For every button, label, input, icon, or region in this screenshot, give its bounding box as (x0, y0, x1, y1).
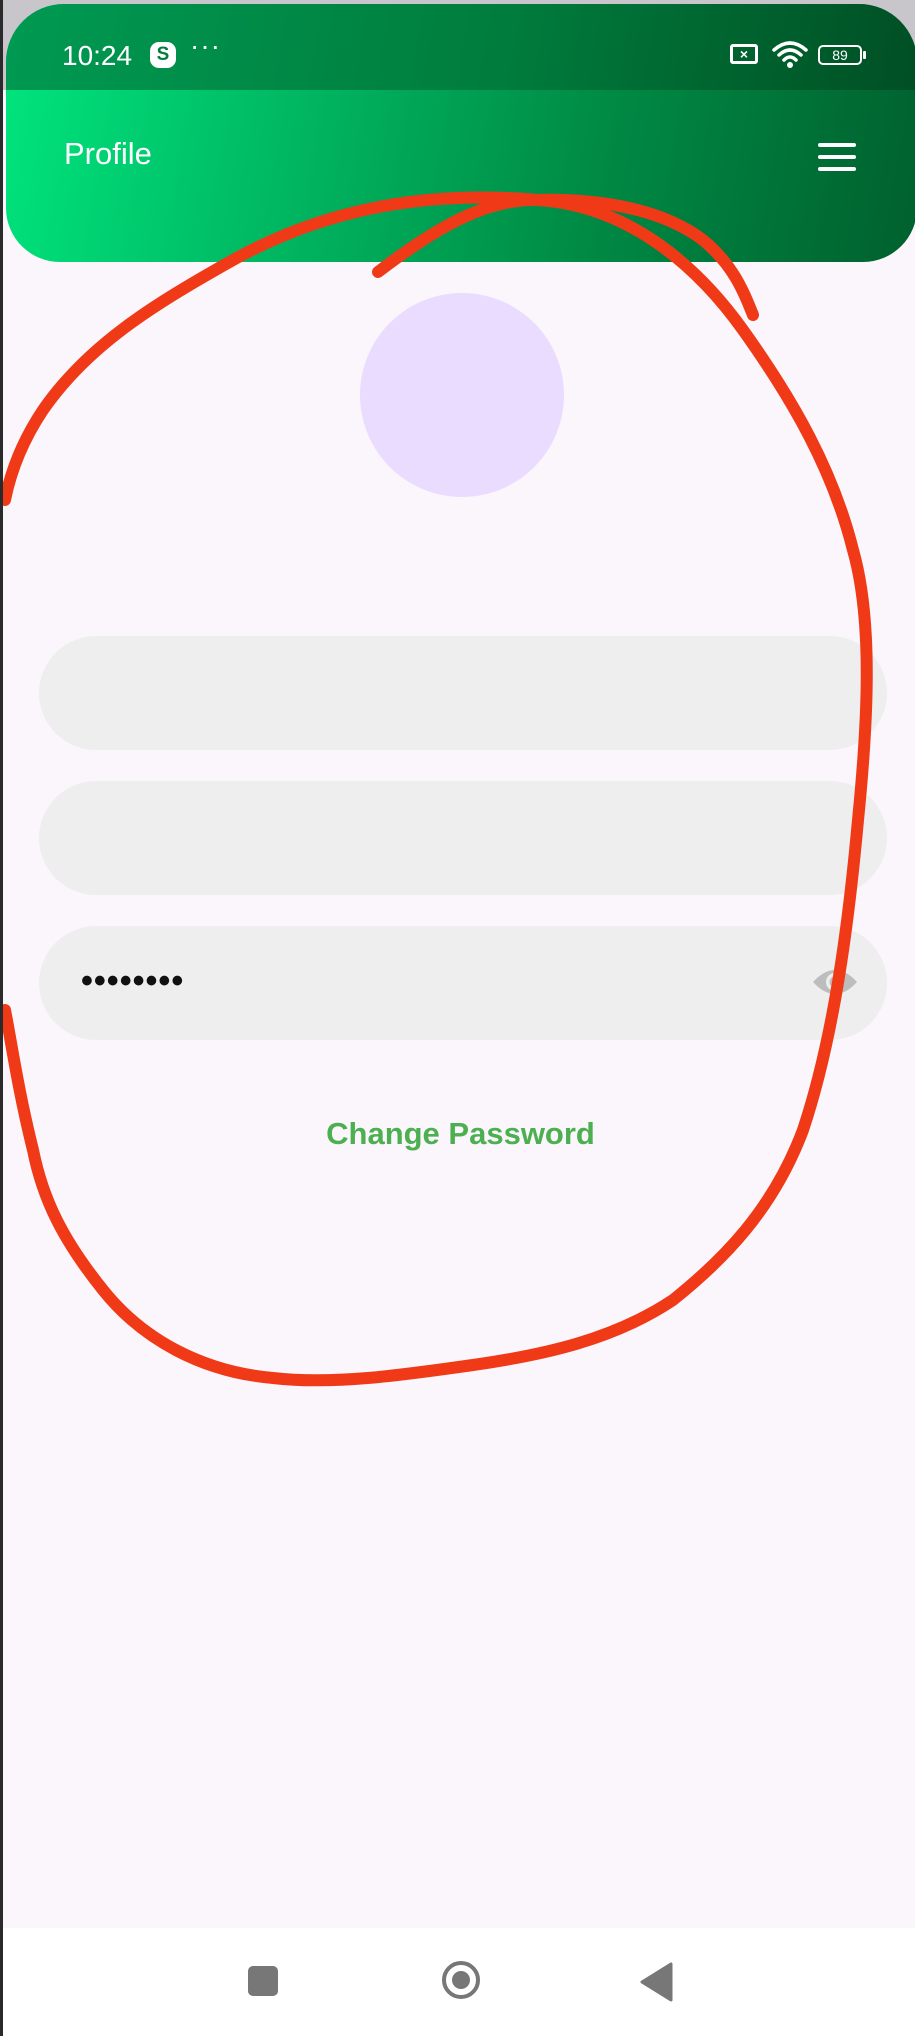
profile-screen: 10:24 S ··· × 89 Profile •••••••• Change (0, 0, 915, 2036)
name-field[interactable] (39, 636, 887, 750)
password-field[interactable]: •••••••• (39, 926, 887, 1040)
email-field[interactable] (39, 781, 887, 895)
battery-icon: 89 (818, 45, 866, 65)
page-title: Profile (64, 136, 152, 171)
skype-notification-icon: S (150, 42, 176, 68)
hamburger-menu-icon[interactable] (818, 143, 858, 173)
wifi-icon (772, 41, 808, 68)
app-header: 10:24 S ··· × 89 Profile (6, 4, 915, 262)
square-recents-icon[interactable] (248, 1966, 278, 1996)
triangle-back-icon[interactable] (639, 1962, 673, 2002)
change-password-button[interactable]: Change Password (3, 1116, 915, 1152)
more-notifications-icon: ··· (190, 30, 221, 61)
status-bar: 10:24 S ··· × 89 (6, 4, 915, 90)
system-navigation-bar (3, 1928, 915, 2036)
eye-icon[interactable] (811, 964, 859, 1000)
profile-avatar[interactable] (360, 293, 564, 497)
no-sim-icon: × (730, 44, 758, 64)
circle-home-icon[interactable] (440, 1959, 482, 2001)
password-value: •••••••• (81, 962, 185, 1000)
status-time: 10:24 (62, 40, 133, 71)
